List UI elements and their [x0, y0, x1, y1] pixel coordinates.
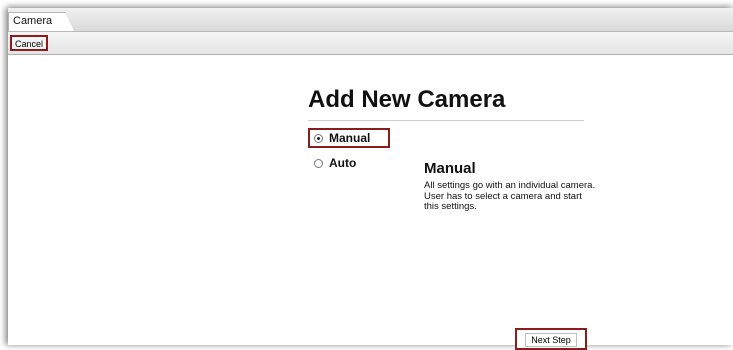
- toolbar: Cancel: [8, 32, 733, 55]
- radio-auto[interactable]: [314, 158, 323, 168]
- description-title: Manual: [424, 160, 476, 177]
- next-step-button[interactable]: Next Step: [515, 328, 587, 350]
- title-divider: [308, 120, 584, 121]
- manual-option-label: Manual: [329, 131, 371, 145]
- manual-option[interactable]: Manual: [308, 128, 390, 148]
- main-content: Add New Camera Manual Auto Manual All se…: [8, 55, 733, 350]
- radio-manual[interactable]: [314, 133, 323, 143]
- page-title: Add New Camera: [308, 86, 506, 113]
- auto-option[interactable]: Auto: [314, 155, 356, 171]
- cancel-button[interactable]: Cancel: [10, 35, 49, 51]
- tab-camera[interactable]: Camera: [8, 12, 74, 31]
- description-text: All settings go with an individual camer…: [424, 180, 596, 212]
- tab-bar: Camera: [8, 8, 733, 32]
- auto-option-label: Auto: [329, 156, 357, 170]
- app-window: Camera Cancel Add New Camera Manual Auto…: [8, 8, 733, 350]
